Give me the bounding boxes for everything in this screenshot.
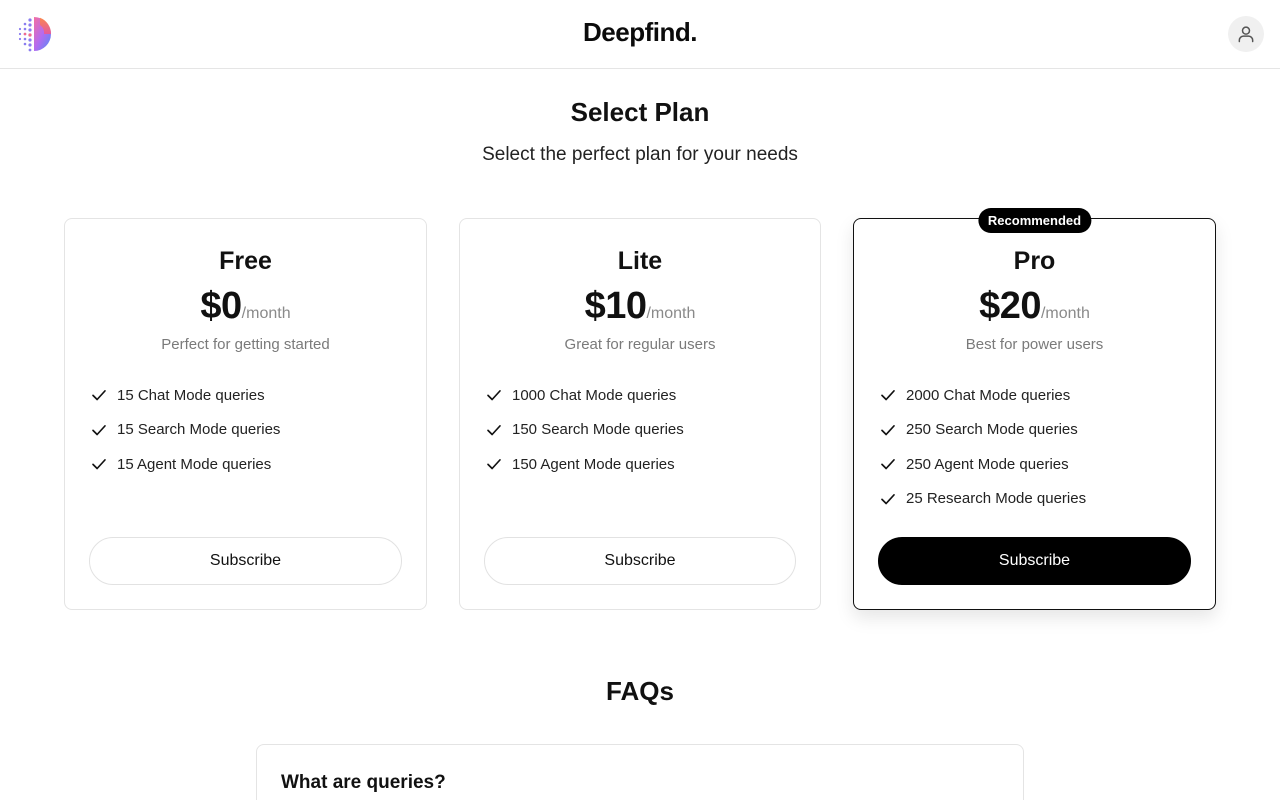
feature-item: 15 Agent Mode queries — [90, 447, 280, 482]
plan-price: $10 — [584, 285, 647, 327]
price-row: $20/month — [854, 285, 1215, 328]
feature-label: 15 Chat Mode queries — [117, 386, 265, 404]
brand-name[interactable]: Deepfind. — [0, 17, 1280, 48]
check-icon — [487, 424, 501, 436]
plan-name: Free — [219, 247, 272, 275]
feature-item: 15 Search Mode queries — [90, 413, 280, 448]
user-account-button[interactable] — [1228, 16, 1264, 52]
feature-item: 25 Research Mode queries — [879, 482, 1086, 517]
check-icon — [881, 493, 895, 505]
check-icon — [487, 390, 501, 401]
plan-tagline: Best for power users — [965, 336, 1104, 353]
check-icon — [92, 459, 106, 470]
feature-item: 250 Search Mode queries — [879, 413, 1086, 448]
feature-item: 150 Agent Mode queries — [485, 447, 684, 482]
feature-label: 1000 Chat Mode queries — [512, 386, 677, 404]
check-icon — [881, 424, 895, 436]
user-icon — [1238, 26, 1254, 43]
check-icon — [92, 424, 106, 436]
feature-list: 15 Chat Mode queries 15 Search Mode quer… — [90, 378, 280, 482]
feature-label: 150 Agent Mode queries — [512, 455, 675, 473]
feature-label: 2000 Chat Mode queries — [906, 386, 1071, 404]
feature-label: 150 Search Mode queries — [512, 421, 684, 439]
plan-card-free: Free $0/month Perfect for getting starte… — [64, 218, 427, 610]
faq-title: FAQs — [606, 676, 674, 706]
plan-period: /month — [646, 305, 696, 322]
subscribe-lite-button[interactable]: Subscribe — [484, 537, 796, 585]
feature-item: 15 Chat Mode queries — [90, 378, 280, 413]
faq-question[interactable]: What are queries? — [281, 772, 446, 794]
feature-label: 15 Agent Mode queries — [117, 455, 272, 473]
check-icon — [881, 459, 895, 470]
check-icon — [881, 390, 895, 401]
feature-label: 25 Research Mode queries — [906, 490, 1087, 508]
recommended-badge: Recommended — [977, 208, 1092, 233]
price-row: $0/month — [65, 285, 426, 328]
plan-tagline: Perfect for getting started — [161, 336, 330, 353]
page-subtitle: Select the perfect plan for your needs — [482, 144, 798, 165]
feature-label: 15 Search Mode queries — [117, 421, 281, 439]
subscribe-free-button[interactable]: Subscribe — [89, 537, 402, 585]
feature-label: 250 Agent Mode queries — [906, 455, 1069, 473]
plan-name: Lite — [617, 247, 663, 275]
plan-card-pro: Recommended Pro $20/month Best for power… — [853, 208, 1216, 610]
plan-tagline: Great for regular users — [564, 336, 716, 353]
plan-period: /month — [1040, 305, 1090, 322]
price-row: $10/month — [460, 285, 820, 328]
plan-name: Pro — [1013, 247, 1056, 275]
feature-list: 2000 Chat Mode queries 250 Search Mode q… — [879, 378, 1086, 516]
top-header: Deepfind. — [0, 0, 1280, 69]
check-icon — [92, 390, 106, 401]
plan-price: $20 — [979, 285, 1041, 327]
plan-price: $0 — [200, 285, 242, 327]
feature-item: 150 Search Mode queries — [485, 413, 684, 448]
plan-card-lite: Lite $10/month Great for regular users 1… — [459, 218, 821, 610]
feature-list: 1000 Chat Mode queries 150 Search Mode q… — [485, 378, 684, 482]
feature-item: 1000 Chat Mode queries — [485, 378, 684, 413]
faq-item[interactable]: What are queries? — [256, 744, 1024, 800]
check-icon — [487, 459, 501, 470]
feature-item: 250 Agent Mode queries — [879, 447, 1086, 482]
subscribe-pro-button[interactable]: Subscribe — [878, 537, 1191, 585]
plan-period: /month — [241, 305, 291, 322]
feature-label: 250 Search Mode queries — [906, 421, 1078, 439]
page-title: Select Plan — [570, 97, 710, 127]
feature-item: 2000 Chat Mode queries — [879, 378, 1086, 413]
